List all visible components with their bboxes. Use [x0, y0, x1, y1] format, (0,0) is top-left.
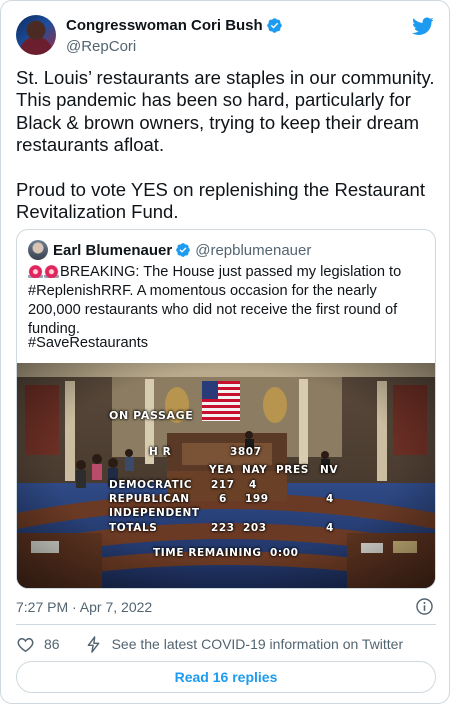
- quoted-tweet-hashtag: #SaveRestaurants: [28, 335, 149, 351]
- divider: [16, 624, 436, 625]
- author-display-name[interactable]: Congresswoman Cori Bush: [66, 17, 263, 34]
- vote-time-remaining: 0:00: [270, 547, 299, 559]
- house-chamber-photo[interactable]: ON PASSAGE H R 3807 YEA NAY PRES NV DEMO…: [17, 363, 435, 588]
- vote-col-nay: NAY: [242, 464, 268, 476]
- vote-democratic-nay: 4: [249, 479, 257, 491]
- heart-icon[interactable]: [16, 635, 35, 654]
- quoted-author-handle: @repblumenauer: [195, 241, 312, 259]
- vote-bill-label: H R: [149, 446, 172, 458]
- tweet-actions: 86 See the latest COVID-19 information o…: [16, 633, 403, 655]
- vote-republican-nv: 4: [326, 493, 334, 505]
- twitter-logo-icon[interactable]: [412, 15, 434, 37]
- tweet-timestamp[interactable]: 7:27 PM · Apr 7, 2022: [16, 599, 152, 615]
- tweet-card: Congresswoman Cori Bush @RepCori St. Lou…: [0, 0, 450, 704]
- vote-democratic-label: DEMOCRATIC: [109, 479, 193, 491]
- vote-bill-number: 3807: [230, 446, 262, 458]
- tweet-header: Congresswoman Cori Bush @RepCori: [16, 13, 436, 61]
- covid-info-link[interactable]: See the latest COVID-19 information on T…: [112, 636, 404, 652]
- verified-badge-icon: [266, 18, 282, 33]
- quoted-tweet-body: BREAKING: The House just passed my legis…: [28, 264, 402, 337]
- quoted-author-display-name: Earl Blumenauer: [53, 241, 173, 259]
- covid-lightning-icon: [87, 635, 99, 653]
- siren-icon: [44, 264, 59, 278]
- quoted-tweet-text: BREAKING: The House just passed my legis…: [28, 263, 428, 339]
- tweet-text: St. Louis’ restaurants are staples in ou…: [16, 67, 435, 223]
- vote-democratic-yea: 217: [211, 479, 235, 491]
- quoted-author-avatar: [28, 240, 48, 260]
- read-replies-button[interactable]: Read 16 replies: [16, 661, 436, 693]
- author-avatar[interactable]: [16, 15, 56, 55]
- vote-col-nv: NV: [320, 464, 339, 476]
- vote-republican-yea: 6: [219, 493, 227, 505]
- vote-republican-nay: 199: [245, 493, 269, 505]
- vote-totals-nv: 4: [326, 522, 334, 534]
- quoted-tweet[interactable]: Earl Blumenauer @repblumenauer BREAKING:…: [16, 229, 436, 589]
- vote-totals-label: TOTALS: [109, 522, 158, 534]
- vote-totals-yea: 223: [211, 522, 235, 534]
- vote-col-pres: PRES: [276, 464, 309, 476]
- like-count[interactable]: 86: [44, 636, 60, 652]
- verified-badge-icon: [176, 243, 191, 257]
- vote-republican-label: REPUBLICAN: [109, 493, 190, 505]
- vote-on-passage: ON PASSAGE: [109, 409, 194, 422]
- vote-col-yea: YEA: [209, 464, 234, 476]
- author-handle[interactable]: @RepCori: [66, 38, 136, 55]
- vote-totals-nay: 203: [243, 522, 267, 534]
- vote-independent-label: INDEPENDENT: [109, 507, 200, 519]
- author-name-row[interactable]: Congresswoman Cori Bush: [66, 17, 283, 34]
- vote-time-remaining-label: TIME REMAINING: [153, 547, 262, 559]
- quoted-tweet-header: Earl Blumenauer @repblumenauer: [28, 240, 311, 260]
- siren-icon: [28, 264, 43, 278]
- info-icon[interactable]: [415, 597, 434, 616]
